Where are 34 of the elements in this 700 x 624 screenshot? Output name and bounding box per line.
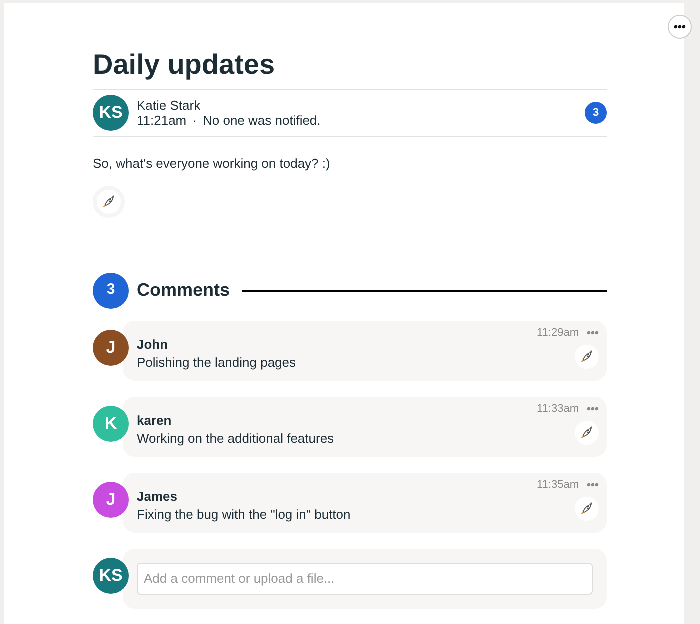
rocket-icon (580, 426, 594, 440)
comment-count-badge[interactable]: 3 (585, 102, 607, 124)
commenter-name: John (137, 336, 170, 352)
comment-count-badge: 3 (93, 272, 129, 308)
boost-button[interactable] (575, 497, 599, 521)
avatar: K (93, 406, 129, 442)
comment-time: 11:29am (537, 326, 579, 340)
author-name: Katie Stark (137, 98, 202, 113)
avatar: J (93, 330, 129, 366)
avatar: KS (93, 558, 129, 594)
comment-time: 11:33am (537, 402, 579, 416)
boost-button[interactable] (93, 186, 125, 218)
more-options-icon[interactable] (674, 25, 686, 29)
comment-text: Polishing the landing pages (137, 354, 298, 372)
comment-time: 11:35am (537, 478, 579, 492)
rocket-icon (580, 502, 594, 516)
more-options-button[interactable] (668, 15, 692, 39)
rocket-icon (580, 350, 594, 364)
avatar: KS (93, 95, 129, 131)
boost-button[interactable] (575, 421, 599, 445)
separator: · (192, 113, 197, 128)
commenter-name: James (137, 488, 178, 504)
document-title: Daily updates (93, 51, 276, 82)
boost-button[interactable] (575, 345, 599, 369)
post-body: So, what's everyone working on today? :) (93, 155, 332, 173)
post-time: 11:21am (137, 113, 187, 128)
avatar: J (93, 482, 129, 518)
rocket-icon (102, 194, 116, 208)
notification-status: No one was notified. (202, 113, 321, 128)
comment-input[interactable]: Add a comment or upload a file... (137, 562, 593, 594)
comments-heading: Comments (137, 279, 230, 302)
comment-text: Fixing the bug with the "log in" button (137, 506, 352, 524)
comment-text: Working on the additional features (137, 430, 336, 448)
commenter-name: karen (137, 412, 173, 428)
